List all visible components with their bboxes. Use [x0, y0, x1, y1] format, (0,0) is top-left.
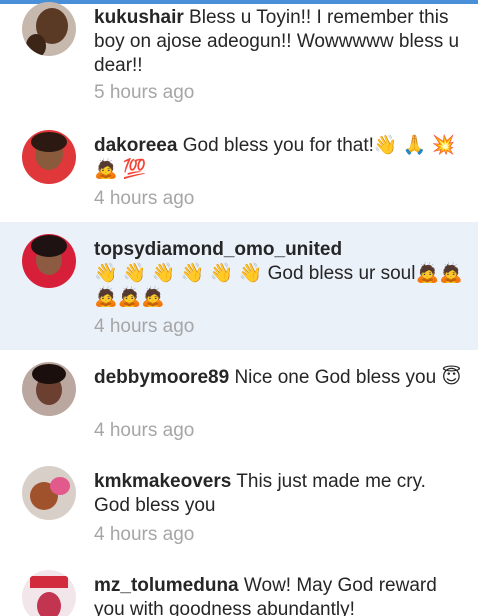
avatar[interactable] [22, 2, 76, 56]
comment-item: mz_tolumeduna Wow! May God reward you wi… [0, 558, 478, 616]
comment-timestamp: 4 hours ago [94, 420, 195, 441]
comment-text: dakoreea God bless you for that!👋 🙏 💥 🙇 … [94, 134, 466, 182]
comment-username[interactable]: dakoreea [94, 135, 177, 156]
avatar[interactable] [22, 570, 76, 616]
comment-timestamp: 5 hours ago [94, 82, 195, 103]
comment-item: kmkmakeovers This just made me cry. God … [0, 454, 478, 558]
comment-username[interactable]: topsydiamond_omo_united [94, 239, 342, 260]
comment-item: kukushair Bless u Toyin!! I remember thi… [0, 0, 478, 118]
comment-username[interactable]: kukushair [94, 7, 184, 28]
comment-username[interactable]: debbymoore89 [94, 367, 229, 388]
comment-timestamp: 4 hours ago [94, 316, 195, 337]
comment-item-highlighted: topsydiamond_omo_united 👋 👋 👋 👋 👋 👋 God … [0, 222, 478, 350]
comment-text: kukushair Bless u Toyin!! I remember thi… [94, 6, 466, 78]
comment-body: Nice one God bless you 😇 [234, 367, 462, 388]
comment-text: kmkmakeovers This just made me cry. God … [94, 470, 466, 518]
avatar[interactable] [22, 130, 76, 184]
comment-body: 👋 👋 👋 👋 👋 👋 God bless ur soul🙇🙇🙇🙇🙇 [94, 263, 463, 308]
comment-text: mz_tolumeduna Wow! May God reward you wi… [94, 574, 466, 616]
comment-item: dakoreea God bless you for that!👋 🙏 💥 🙇 … [0, 118, 478, 222]
comment-timestamp: 4 hours ago [94, 524, 195, 545]
avatar[interactable] [22, 466, 76, 520]
comment-item: debbymoore89 Nice one God bless you 😇 4 … [0, 350, 478, 454]
comment-username[interactable]: mz_tolumeduna [94, 575, 239, 596]
comment-timestamp: 4 hours ago [94, 188, 195, 209]
comment-text: topsydiamond_omo_united 👋 👋 👋 👋 👋 👋 God … [94, 238, 466, 310]
comment-text: debbymoore89 Nice one God bless you 😇 [94, 366, 466, 390]
avatar[interactable] [22, 234, 76, 288]
comment-username[interactable]: kmkmakeovers [94, 471, 231, 492]
avatar[interactable] [22, 362, 76, 416]
